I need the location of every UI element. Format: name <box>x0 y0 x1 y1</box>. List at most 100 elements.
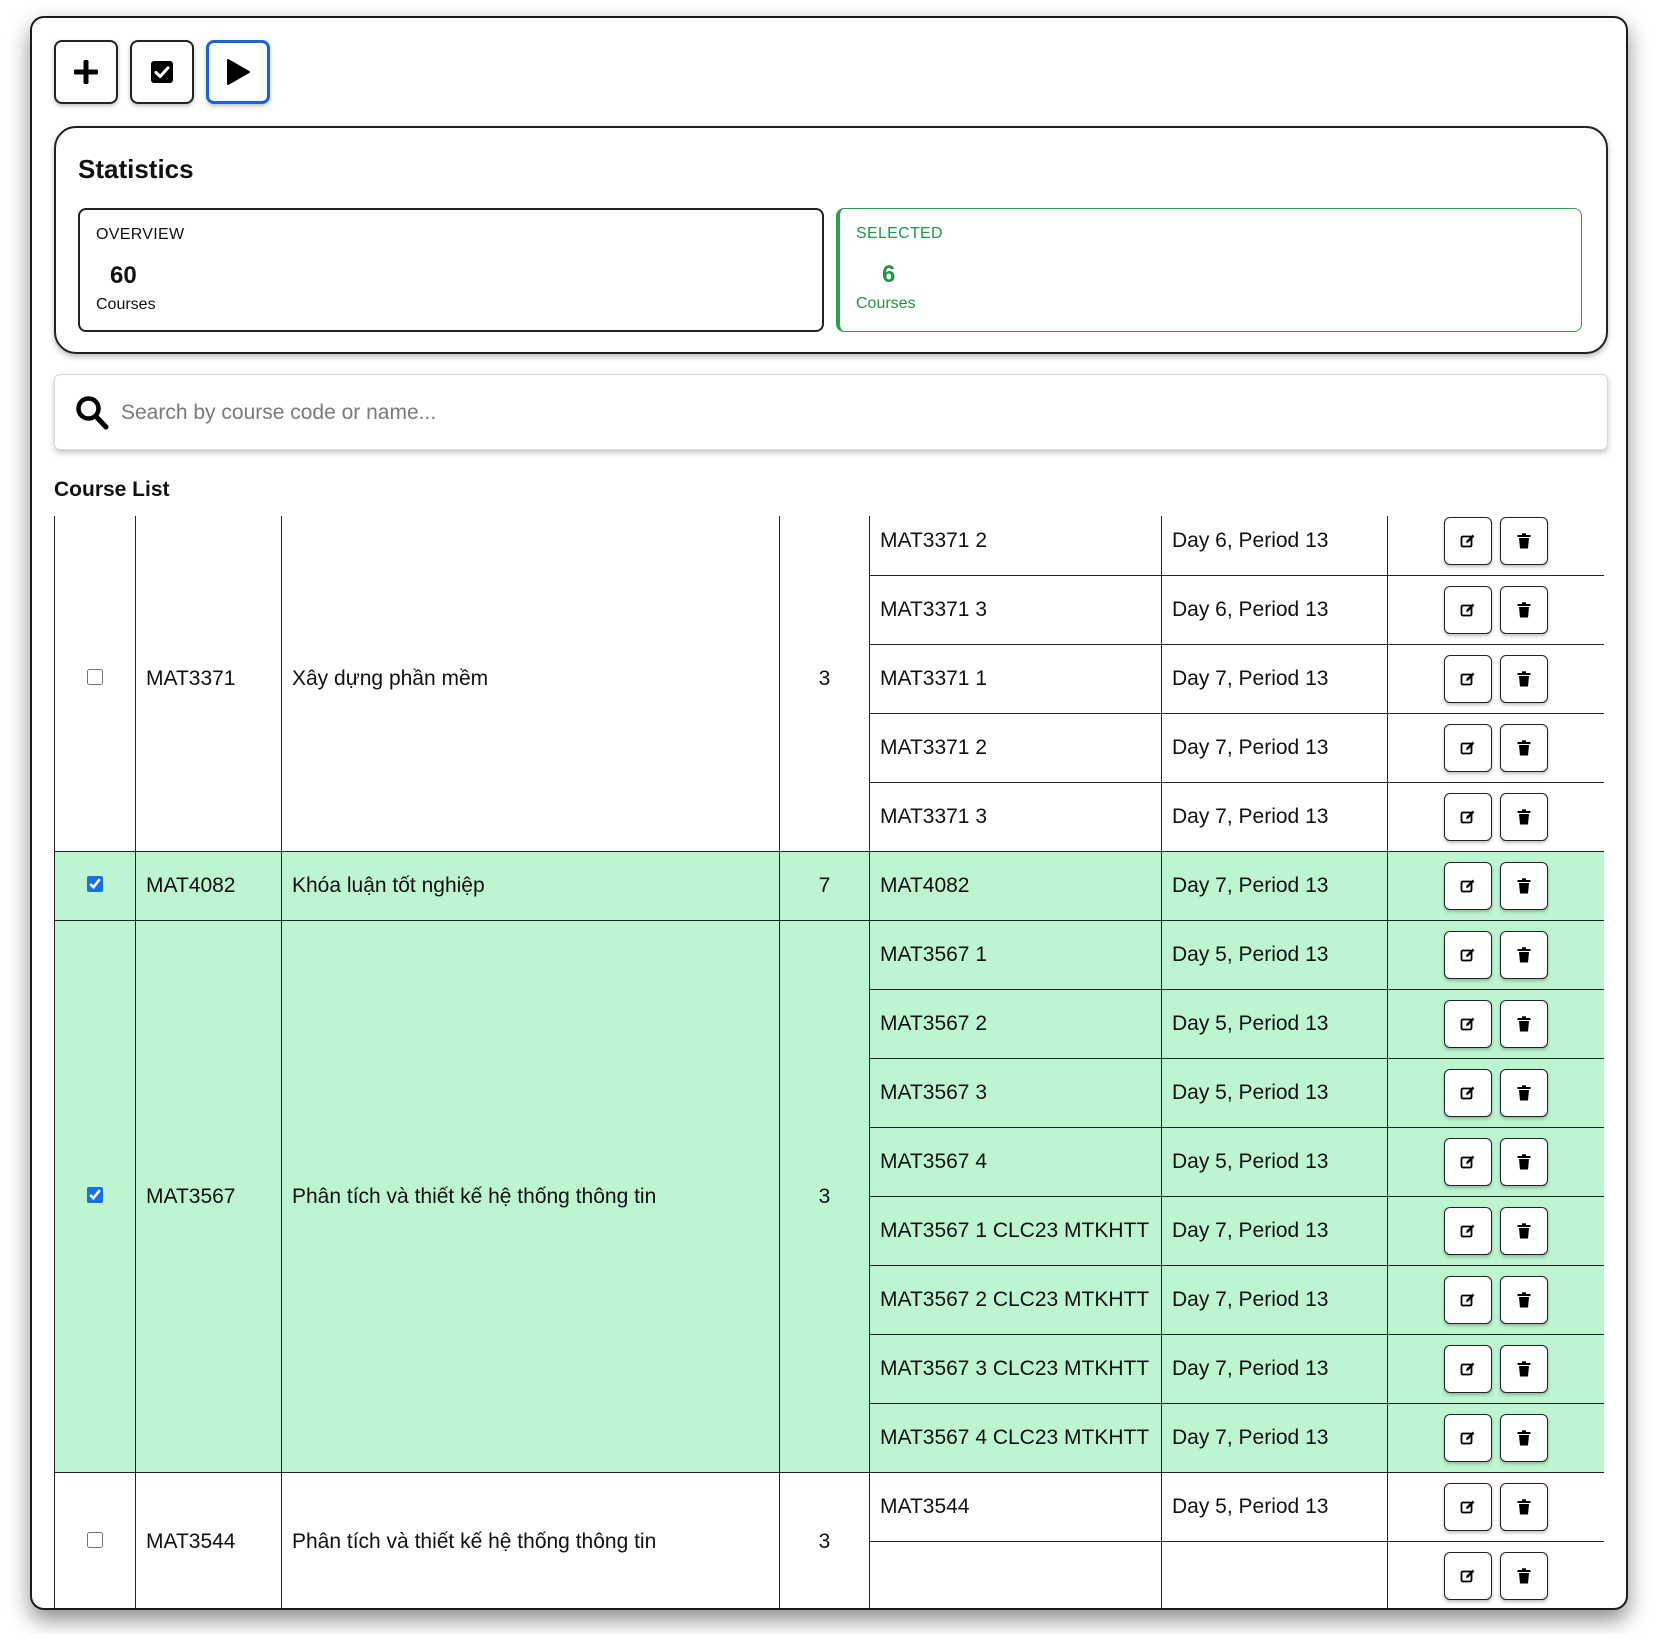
search-input[interactable] <box>119 393 1583 433</box>
play-icon <box>227 59 250 85</box>
delete-button[interactable] <box>1500 1414 1548 1462</box>
edit-button[interactable] <box>1444 862 1492 910</box>
class-schedule: Day 5, Period 13 <box>1161 920 1388 990</box>
course-table-viewport[interactable]: MAT3371 Xây dựng phần mềm 3 MAT3371 2 Day 6,… <box>54 516 1604 1608</box>
delete-button[interactable] <box>1500 655 1548 703</box>
table-row: MAT3567 Phân tích và thiết kế hệ thống th… <box>54 920 1604 1473</box>
overview-label: OVERVIEW <box>96 226 185 243</box>
row-actions <box>1387 1403 1604 1473</box>
overview-value: 60 <box>110 262 137 289</box>
course-select-checkbox[interactable] <box>87 1531 103 1548</box>
edit-button[interactable] <box>1444 931 1492 979</box>
row-actions <box>1387 1058 1604 1128</box>
edit-button[interactable] <box>1444 724 1492 772</box>
trash-icon <box>1517 602 1531 618</box>
class-schedule: Day 7, Period 13 <box>1161 851 1388 921</box>
delete-button[interactable] <box>1500 862 1548 910</box>
course-code: MAT3544 <box>135 1472 282 1608</box>
edit-button[interactable] <box>1444 793 1492 841</box>
trash-icon <box>1517 740 1531 756</box>
course-select-cell <box>54 920 136 1473</box>
row-actions <box>1387 851 1604 921</box>
course-credits: 3 <box>779 1472 870 1608</box>
edit-button[interactable] <box>1444 1345 1492 1393</box>
delete-button[interactable] <box>1500 1069 1548 1117</box>
edit-button[interactable] <box>1444 1552 1492 1600</box>
course-select-cell <box>54 1472 136 1608</box>
app-window: Statistics OVERVIEW 60 Courses SELECTED … <box>30 16 1628 1610</box>
select-all-button[interactable] <box>130 40 194 104</box>
selected-unit: Courses <box>856 295 916 312</box>
row-actions <box>1387 920 1604 990</box>
class-name: MAT3371 3 <box>869 575 1162 645</box>
course-code: MAT3567 <box>135 920 282 1473</box>
delete-button[interactable] <box>1500 931 1548 979</box>
class-name: MAT3371 1 <box>869 644 1162 714</box>
trash-icon <box>1517 1361 1531 1377</box>
table-row: MAT3544 Phân tích và thiết kế hệ thống th… <box>54 1472 1604 1608</box>
edit-icon <box>1460 1361 1476 1377</box>
class-name: MAT3567 1 CLC23 MTKHTT <box>869 1196 1162 1266</box>
delete-button[interactable] <box>1500 1000 1548 1048</box>
row-actions <box>1387 575 1604 645</box>
row-actions <box>1387 782 1604 852</box>
course-select-cell <box>54 851 136 921</box>
edit-icon <box>1460 947 1476 963</box>
edit-button[interactable] <box>1444 1207 1492 1255</box>
edit-button[interactable] <box>1444 1276 1492 1324</box>
class-name <box>869 1541 1162 1608</box>
class-schedule: Day 7, Period 13 <box>1161 713 1388 783</box>
trash-icon <box>1517 1085 1531 1101</box>
class-schedule: Day 5, Period 13 <box>1161 1472 1388 1542</box>
selected-label: SELECTED <box>856 225 943 242</box>
add-button[interactable] <box>54 40 118 104</box>
trash-icon <box>1517 1154 1531 1170</box>
delete-button[interactable] <box>1500 1138 1548 1186</box>
delete-button[interactable] <box>1500 1345 1548 1393</box>
row-actions <box>1387 1196 1604 1266</box>
delete-button[interactable] <box>1500 1483 1548 1531</box>
edit-button[interactable] <box>1444 655 1492 703</box>
class-name: MAT3567 1 <box>869 920 1162 990</box>
trash-icon <box>1517 1223 1531 1239</box>
edit-button[interactable] <box>1444 517 1492 565</box>
delete-button[interactable] <box>1500 517 1548 565</box>
course-credits: 3 <box>779 920 870 1473</box>
edit-icon <box>1460 1154 1476 1170</box>
statistics-title: Statistics <box>78 154 194 184</box>
edit-icon <box>1460 1085 1476 1101</box>
class-schedule: Day 7, Period 13 <box>1161 1265 1388 1335</box>
delete-button[interactable] <box>1500 1552 1548 1600</box>
edit-button[interactable] <box>1444 1138 1492 1186</box>
row-actions <box>1387 1265 1604 1335</box>
row-actions <box>1387 713 1604 783</box>
edit-button[interactable] <box>1444 1069 1492 1117</box>
class-name: MAT3567 4 <box>869 1127 1162 1197</box>
trash-icon <box>1517 533 1531 549</box>
edit-button[interactable] <box>1444 1414 1492 1462</box>
row-actions <box>1387 989 1604 1059</box>
course-select-checkbox[interactable] <box>87 669 103 685</box>
course-select-checkbox[interactable] <box>87 1186 103 1203</box>
delete-button[interactable] <box>1500 1276 1548 1324</box>
delete-button[interactable] <box>1500 724 1548 772</box>
class-name: MAT3567 2 <box>869 989 1162 1059</box>
edit-icon <box>1460 1430 1476 1446</box>
delete-button[interactable] <box>1500 793 1548 841</box>
checkbox-checked-icon <box>151 61 173 83</box>
course-select-checkbox[interactable] <box>87 876 103 892</box>
delete-button[interactable] <box>1500 586 1548 634</box>
course-credits: 7 <box>779 851 870 921</box>
edit-icon <box>1460 671 1476 687</box>
delete-button[interactable] <box>1500 1207 1548 1255</box>
edit-icon <box>1460 1292 1476 1308</box>
edit-button[interactable] <box>1444 586 1492 634</box>
edit-button[interactable] <box>1444 1000 1492 1048</box>
trash-icon <box>1517 671 1531 687</box>
edit-button[interactable] <box>1444 1483 1492 1531</box>
trash-icon <box>1517 1568 1531 1584</box>
class-name: MAT3567 4 CLC23 MTKHTT <box>869 1403 1162 1473</box>
run-button[interactable] <box>206 40 270 104</box>
course-name: Phân tích và thiết kế hệ thống thông tin <box>281 1472 780 1608</box>
toolbar <box>54 40 270 104</box>
